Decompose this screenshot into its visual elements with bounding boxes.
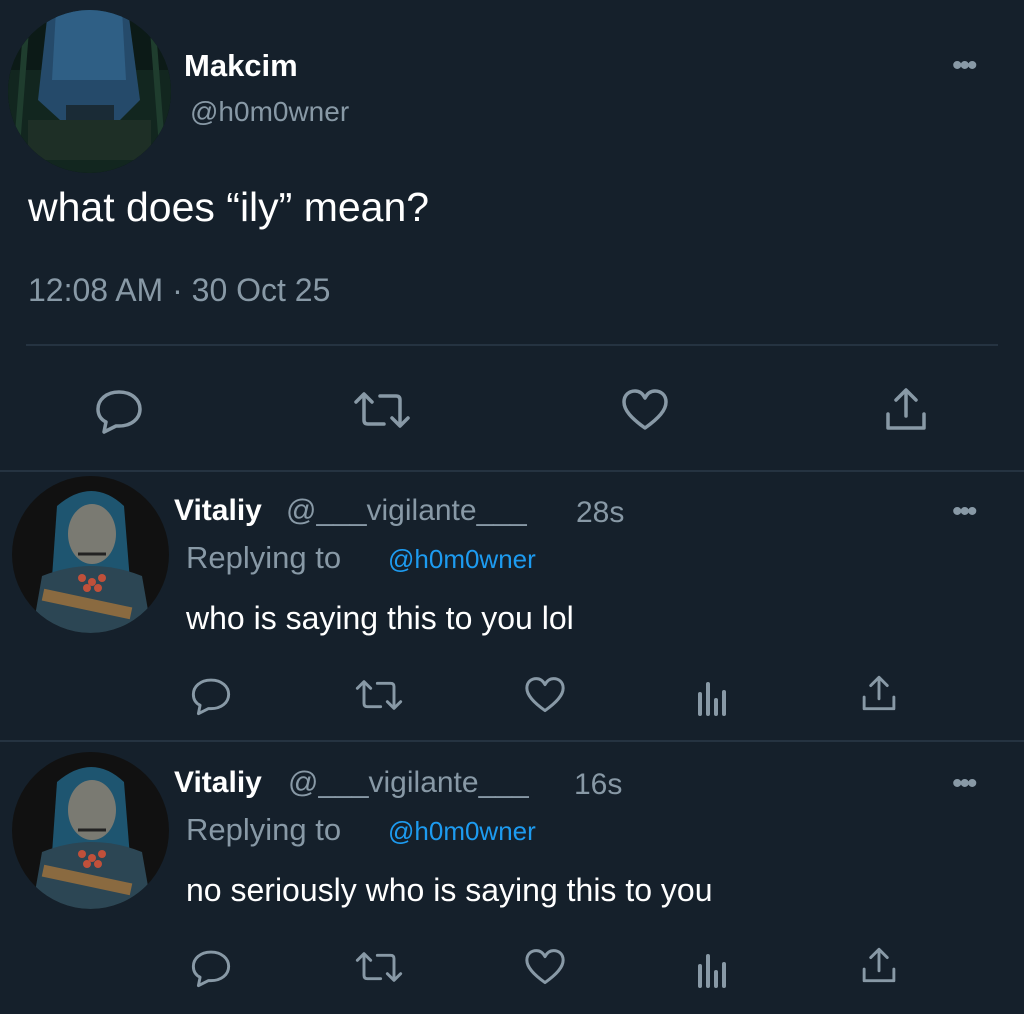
share-icon[interactable] bbox=[883, 386, 929, 432]
reply-author-name[interactable]: Vitaliy bbox=[174, 766, 262, 800]
like-icon[interactable] bbox=[524, 676, 566, 714]
divider bbox=[0, 740, 1024, 742]
tweet-author-name[interactable]: Makcim bbox=[184, 48, 298, 84]
like-icon[interactable] bbox=[524, 948, 566, 986]
replying-label: Replying to bbox=[186, 540, 342, 575]
replying-label: Replying to bbox=[186, 812, 342, 847]
reply-text: who is saying this to you lol bbox=[186, 600, 574, 636]
analytics-icon[interactable] bbox=[694, 952, 730, 988]
like-icon[interactable] bbox=[621, 388, 669, 432]
tweet-author-handle[interactable]: @h0m0wner bbox=[190, 96, 349, 128]
avatar-main[interactable] bbox=[8, 10, 171, 173]
analytics-icon[interactable] bbox=[694, 680, 730, 716]
tweet-timestamp: 12:08 AM · 30 Oct 25 bbox=[28, 272, 331, 308]
reply-author-name[interactable]: Vitaliy bbox=[174, 494, 262, 528]
reply-author-handle[interactable]: @___vigilante___ bbox=[286, 494, 527, 528]
more-icon[interactable]: ••• bbox=[952, 51, 977, 81]
reply-author-handle[interactable]: @___vigilante___ bbox=[288, 766, 529, 800]
divider bbox=[0, 470, 1024, 472]
avatar-reply-2[interactable] bbox=[12, 752, 169, 909]
divider bbox=[26, 344, 998, 346]
share-icon[interactable] bbox=[860, 946, 898, 984]
replying-to-link[interactable]: @h0m0wner bbox=[388, 544, 536, 575]
more-icon[interactable]: ••• bbox=[952, 769, 977, 799]
reply-icon[interactable] bbox=[190, 948, 232, 988]
reply-time: 16s bbox=[574, 768, 623, 801]
retweet-icon[interactable] bbox=[354, 950, 404, 984]
reply-text: no seriously who is saying this to you bbox=[186, 872, 713, 908]
retweet-icon[interactable] bbox=[352, 390, 412, 430]
avatar-reply-1[interactable] bbox=[12, 476, 169, 633]
reply-icon[interactable] bbox=[94, 388, 144, 434]
share-icon[interactable] bbox=[860, 674, 898, 712]
retweet-icon[interactable] bbox=[354, 678, 404, 712]
reply-time: 28s bbox=[576, 496, 625, 529]
reply-icon[interactable] bbox=[190, 676, 232, 716]
tweet-text: what does “ily” mean? bbox=[28, 184, 430, 230]
more-icon[interactable]: ••• bbox=[952, 497, 977, 527]
replying-to-link[interactable]: @h0m0wner bbox=[388, 816, 536, 847]
